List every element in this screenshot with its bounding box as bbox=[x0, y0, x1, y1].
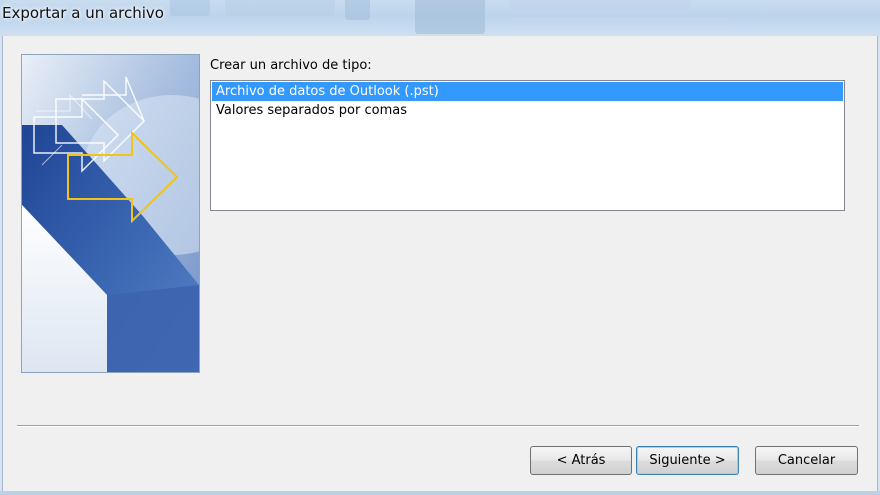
next-button[interactable]: Siguiente > bbox=[636, 446, 739, 475]
background-glass-shape bbox=[345, 0, 370, 20]
export-dialog: Crear un archivo de tipo: Archivo de dat… bbox=[2, 36, 878, 491]
title-bar[interactable]: Exportar a un archivo bbox=[0, 0, 880, 36]
background-glass-shape bbox=[225, 0, 335, 16]
file-type-option-pst[interactable]: Archivo de datos de Outlook (.pst) bbox=[212, 82, 843, 101]
cancel-button[interactable]: Cancelar bbox=[755, 446, 858, 475]
background-glass-shape bbox=[510, 18, 730, 30]
file-type-option-csv[interactable]: Valores separados por comas bbox=[212, 101, 843, 120]
window-bottom-border bbox=[0, 491, 880, 495]
background-glass-shape bbox=[170, 0, 210, 16]
file-type-listbox[interactable]: Archivo de datos de Outlook (.pst) Valor… bbox=[210, 80, 845, 211]
background-glass-shape bbox=[415, 0, 485, 34]
file-type-prompt: Crear un archivo de tipo: bbox=[210, 58, 372, 73]
background-glass-shape bbox=[510, 0, 690, 10]
back-button[interactable]: < Atrás bbox=[530, 446, 632, 475]
export-wizard-arrows-illustration bbox=[21, 54, 200, 373]
button-separator bbox=[17, 425, 859, 427]
window-title: Exportar a un archivo bbox=[2, 4, 164, 22]
